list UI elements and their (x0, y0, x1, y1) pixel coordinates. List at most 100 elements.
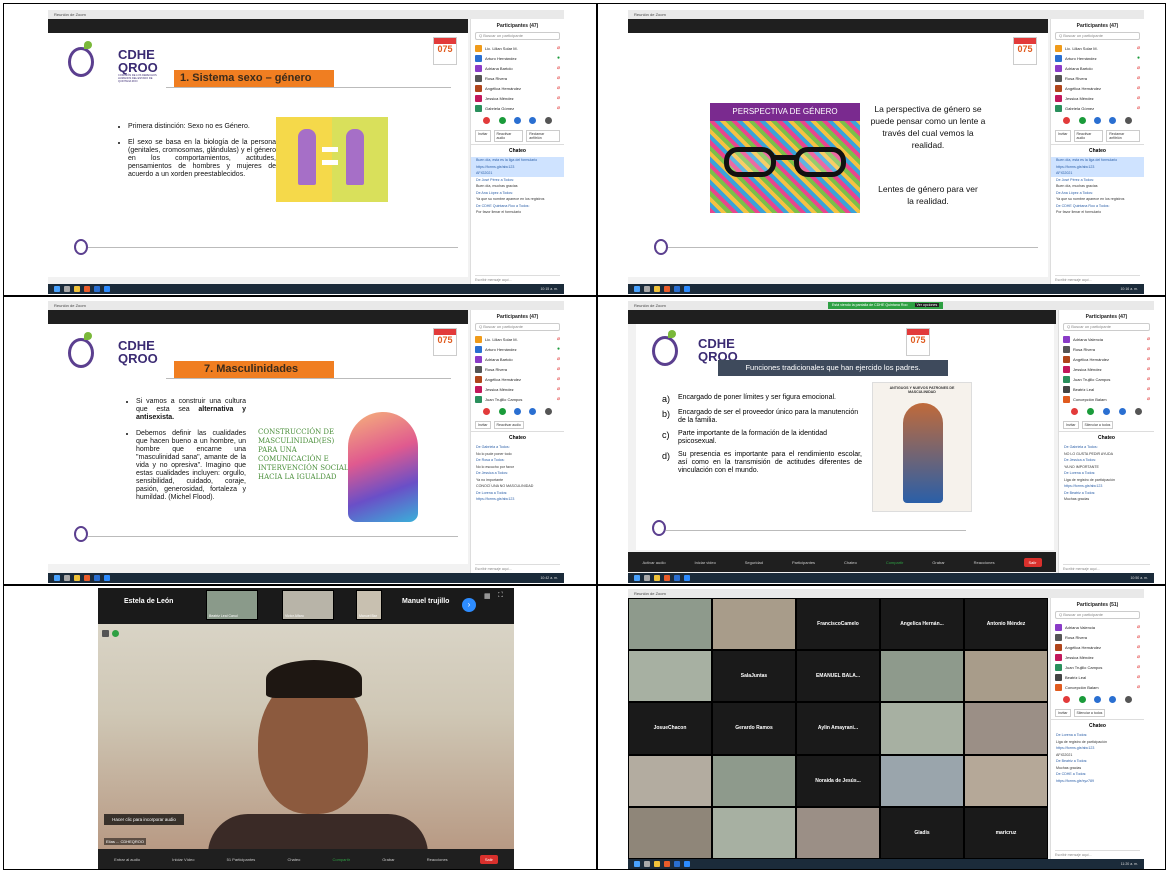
mic-muted-icon[interactable]: ⌀ (1147, 366, 1150, 372)
search-input[interactable]: Q Buscar un participante (1055, 32, 1140, 40)
participant-row[interactable]: Rosa Rivera ⌀ (471, 73, 564, 83)
participant-row[interactable]: Lic. Lilian Solar M. ⌀ (1051, 43, 1144, 53)
search-icon[interactable] (64, 575, 70, 581)
video-tile[interactable] (712, 806, 796, 859)
participant-row[interactable]: Arturo Hernández ● (1051, 53, 1144, 63)
participants-button[interactable]: Participantes (792, 560, 815, 565)
participant-row[interactable]: Adriana Valencia ⌀ (1051, 622, 1144, 632)
search-icon[interactable] (644, 861, 650, 867)
office-icon[interactable] (664, 575, 670, 581)
search-icon[interactable] (644, 286, 650, 292)
fast-icon[interactable] (1109, 117, 1117, 124)
more-icon[interactable] (1124, 117, 1132, 124)
name-tile[interactable]: Gerardo Ramos (712, 702, 796, 755)
participant-row[interactable]: Beatriz Leal ⌀ (1051, 672, 1144, 682)
mute-all-button[interactable]: Silenciar a todos (1081, 421, 1114, 429)
mic-muted-icon[interactable]: ⌀ (1147, 356, 1150, 362)
participant-row[interactable]: Angélica Hernández ⌀ (471, 83, 564, 93)
more-icon[interactable] (1134, 408, 1142, 415)
search-input[interactable]: Q Buscar un participante (1055, 611, 1140, 619)
mic-muted-icon[interactable]: ⌀ (557, 386, 560, 392)
video-tile[interactable] (964, 754, 1048, 807)
join-audio-button[interactable]: Activar audio (642, 560, 665, 565)
participant-row[interactable]: Jessica Méndez ⌀ (1059, 364, 1154, 374)
video-thumbnail[interactable]: Manuel Bar (356, 590, 382, 620)
video-tile[interactable] (880, 650, 964, 703)
participant-row[interactable]: Rosa Rivera ⌀ (1059, 344, 1154, 354)
info-icon[interactable] (112, 630, 119, 637)
mic-muted-icon[interactable]: ⌀ (1137, 85, 1140, 91)
invite-button[interactable]: Invitar (1055, 709, 1071, 717)
zoom-icon[interactable] (104, 575, 110, 581)
name-tile[interactable]: Noraida de Jesús... (796, 754, 880, 807)
mic-muted-icon[interactable]: ⌀ (557, 356, 560, 362)
mic-muted-icon[interactable]: ⌀ (1137, 624, 1140, 630)
security-button[interactable]: Seguridad (745, 560, 763, 565)
mic-muted-icon[interactable]: ⌀ (1147, 386, 1150, 392)
name-tile[interactable]: Aylin Amayrani... (796, 702, 880, 755)
chat-button[interactable]: Chateo (844, 560, 857, 565)
video-tile[interactable] (712, 754, 796, 807)
office-icon[interactable] (664, 861, 670, 867)
participant-row[interactable]: Arturo Hernández ● (471, 53, 564, 63)
participant-row[interactable]: Jessica Méndez ⌀ (1051, 652, 1144, 662)
record-button[interactable]: Grabar (932, 560, 944, 565)
zoom-icon[interactable] (684, 575, 690, 581)
participant-row[interactable]: Jessica Méndez ⌀ (1051, 93, 1144, 103)
mic-icon[interactable]: ● (557, 55, 560, 61)
leave-button[interactable]: Salir (479, 854, 498, 864)
video-thumbnail[interactable]: Beatriz Leal Canul (206, 590, 258, 620)
mic-muted-icon[interactable]: ⌀ (1147, 346, 1150, 352)
mic-muted-icon[interactable]: ⌀ (557, 75, 560, 81)
name-tile[interactable]: Gladis (880, 806, 964, 859)
mic-muted-icon[interactable]: ⌀ (1147, 396, 1150, 402)
participant-row[interactable]: Gabriela Gómez ⌀ (1051, 103, 1144, 113)
mic-muted-icon[interactable]: ⌀ (557, 95, 560, 101)
share-screen-button[interactable]: Compartir (332, 857, 350, 862)
participant-row[interactable]: Jessica Méndez ⌀ (471, 384, 564, 394)
video-tile[interactable] (880, 754, 964, 807)
participant-row[interactable]: Angélica Hernández ⌀ (1051, 642, 1144, 652)
chat-input[interactable]: Escribir mensaje aquí... (1055, 850, 1140, 857)
slow-icon[interactable] (1093, 696, 1101, 703)
mic-muted-icon[interactable]: ⌀ (1137, 674, 1140, 680)
video-tile[interactable] (964, 702, 1048, 755)
video-tile[interactable] (796, 806, 880, 859)
mic-muted-icon[interactable]: ⌀ (1137, 684, 1140, 690)
participant-row[interactable]: Jessica Méndez ⌀ (471, 93, 564, 103)
participant-row[interactable]: Juan Trujillo Campos ⌀ (1051, 662, 1144, 672)
participant-row[interactable]: Gabriela Gómez ⌀ (471, 103, 564, 113)
video-tile[interactable] (964, 650, 1048, 703)
yes-icon[interactable] (498, 117, 506, 124)
slow-icon[interactable] (513, 408, 521, 415)
name-tile[interactable]: SalaJuntas (712, 650, 796, 703)
start-video-button[interactable]: Iniciar video (695, 560, 716, 565)
no-icon[interactable] (483, 408, 491, 415)
name-tile[interactable]: FranciscoCamelo (796, 598, 880, 651)
mic-muted-icon[interactable]: ⌀ (1147, 336, 1150, 342)
participant-row[interactable]: Adriana Valencia ⌀ (1059, 334, 1154, 344)
reactions-button[interactable]: Reacciones (974, 560, 995, 565)
participant-row[interactable]: Juan Trujillo Campos ⌀ (471, 394, 564, 404)
next-page-icon[interactable]: › (462, 598, 476, 612)
mic-muted-icon[interactable]: ⌀ (557, 396, 560, 402)
mic-muted-icon[interactable]: ⌀ (557, 65, 560, 71)
chat-link[interactable]: https://forms.gle/xyz789 (1051, 778, 1144, 785)
word-icon[interactable] (674, 861, 680, 867)
grid-view-icon[interactable]: ▦ (484, 592, 491, 600)
search-icon[interactable] (64, 286, 70, 292)
mic-muted-icon[interactable]: ⌀ (1137, 664, 1140, 670)
unmute-button[interactable]: Reactivar audio (493, 421, 524, 429)
search-input[interactable]: Q Buscar un participante (475, 32, 560, 40)
office-icon[interactable] (84, 575, 90, 581)
chat-input[interactable]: Escribir mensaje aquí... (1055, 275, 1140, 282)
mic-muted-icon[interactable]: ⌀ (557, 105, 560, 111)
folder-icon[interactable] (654, 861, 660, 867)
unmute-button[interactable]: Reactivar audio (493, 130, 524, 142)
chat-input[interactable]: Escribir mensaje aquí... (475, 564, 560, 571)
video-tile[interactable] (880, 702, 964, 755)
word-icon[interactable] (94, 575, 100, 581)
zoom-icon[interactable] (104, 286, 110, 292)
more-icon[interactable] (1124, 696, 1132, 703)
folder-icon[interactable] (74, 575, 80, 581)
